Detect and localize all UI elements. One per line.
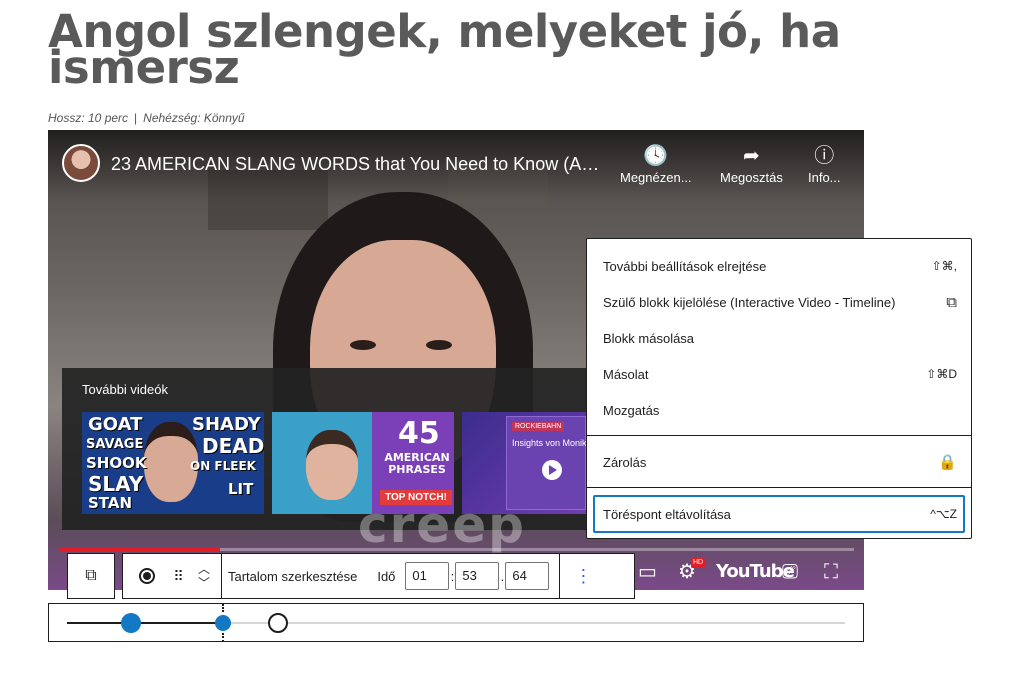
breakpoint-button[interactable] [129, 554, 165, 598]
menu-item-label: Töréspont eltávolítása [603, 506, 731, 522]
video-progress-remaining[interactable] [220, 548, 854, 551]
menu-item-label: Mozgatás [603, 402, 660, 418]
presenter-eye [426, 340, 452, 350]
menu-item-hide-settings[interactable]: További beállítások elrejtése ⇧⌘, [603, 248, 957, 284]
hd-badge: HD [691, 558, 706, 568]
play-icon [542, 460, 562, 480]
interactive-timeline[interactable] [48, 603, 864, 642]
video-progress-played[interactable] [60, 548, 220, 551]
thumbnail-brand: ROCKIEBAHN [512, 422, 565, 431]
info-icon: ⓘ [814, 145, 835, 167]
thumbnail-word: SHOOK [86, 454, 147, 472]
watch-later-button[interactable]: 🕓 Megnézen... [620, 144, 692, 185]
thumbnail-text: Insights von Monika [512, 438, 592, 448]
difficulty-label: Nehézség: Könnyű [143, 111, 245, 125]
thumbnail-word: STAN [88, 494, 133, 512]
timeline-played-track [67, 622, 221, 624]
length-label: Hossz: 10 perc [48, 111, 129, 125]
video-sparkle-icon: ⧉ [946, 293, 957, 311]
more-videos-panel: További videók GOAT SHADY SAVAGE DEAD SH… [62, 368, 622, 530]
menu-item-remove-breakpoint[interactable]: Töréspont eltávolítása ^⌥Z [603, 495, 957, 533]
thumbnail-word: DEAD [202, 434, 264, 458]
breakpoint-marker-selected[interactable] [215, 615, 231, 631]
vertical-ellipsis-icon: ⋮ [574, 565, 593, 586]
move-buttons: ︿ ﹀ [191, 554, 217, 598]
share-arrow-icon: ➦ [743, 145, 760, 167]
thumbnail-text: AMERICAN PHRASES [384, 451, 450, 476]
breakpoint-tick [222, 604, 224, 612]
menu-item-label: Másolat [603, 366, 649, 382]
share-label: Megosztás [720, 170, 783, 185]
interactive-video-block-button[interactable]: ⧉ [85, 554, 96, 598]
menu-item-lock[interactable]: Zárolás 🔒 [603, 444, 957, 480]
menu-item-move[interactable]: Mozgatás [603, 392, 957, 428]
meta-separator: | [134, 111, 138, 125]
more-options-button[interactable]: ⋮ [560, 554, 606, 598]
fraction-input[interactable]: 64 [505, 562, 550, 590]
page-title: Angol szlengek, melyeket jó, ha ismersz [48, 5, 841, 94]
channel-avatar[interactable] [62, 144, 100, 182]
block-toolbar: ⠿ ︿ ﹀ Tartalom szerkesztése Idő 01 : 53 … [122, 553, 635, 599]
block-type-toolbar: ⧉ [67, 553, 115, 599]
video-title[interactable]: 23 AMERICAN SLANG WORDS that You Need to… [111, 154, 611, 175]
menu-item-copy-block[interactable]: Blokk másolása [603, 320, 957, 356]
chevron-down-icon[interactable]: ﹀ [198, 576, 210, 590]
toolbar-divider [221, 553, 222, 599]
info-button[interactable]: ⓘ Info... [808, 144, 841, 185]
chevron-up-icon[interactable]: ︿ [198, 562, 210, 576]
thumbnail-word: LIT [228, 480, 254, 498]
breakpoint-tick [222, 633, 224, 642]
post-meta: Hossz: 10 perc | Nehézség: Könnyű [48, 111, 245, 125]
hours-input[interactable]: 01 [405, 562, 450, 590]
video-overlay-word: creep [358, 496, 526, 554]
menu-divider [587, 487, 971, 488]
video-thumbnail[interactable]: GOAT SHADY SAVAGE DEAD SHOOK ON FLEEK SL… [82, 412, 264, 514]
menu-item-label: Szülő blokk kijelölése (Interactive Vide… [603, 294, 896, 310]
timeline-track[interactable] [221, 622, 845, 624]
subtitles-icon[interactable]: ▭ [638, 558, 657, 586]
time-label: Idő [377, 568, 396, 584]
edit-content-button[interactable]: Tartalom szerkesztése [228, 569, 357, 584]
menu-item-label: További beállítások elrejtése [603, 258, 767, 274]
video-sparkle-icon: ⧉ [85, 567, 97, 584]
thumbnail-word: ON FLEEK [190, 459, 256, 473]
lock-icon: 🔒 [938, 454, 957, 471]
drag-handle-icon: ⠿ [173, 567, 183, 584]
watch-later-label: Megnézen... [620, 170, 692, 185]
timeline-playhead-handle[interactable] [121, 613, 141, 633]
cast-icon[interactable]: ⎚ [782, 558, 798, 586]
menu-item-shortcut: ⇧⌘, [931, 259, 957, 273]
menu-item-label: Zárolás [603, 454, 647, 470]
menu-item-shortcut: ⇧⌘D [926, 367, 957, 381]
share-button[interactable]: ➦ Megosztás [720, 144, 783, 185]
block-options-menu: További beállítások elrejtése ⇧⌘, Szülő … [586, 238, 972, 539]
menu-item-duplicate[interactable]: Másolat ⇧⌘D [603, 356, 957, 392]
minutes-input[interactable]: 53 [455, 562, 500, 590]
menu-item-select-parent[interactable]: Szülő blokk kijelölése (Interactive Vide… [603, 284, 957, 320]
breakpoint-marker[interactable] [268, 613, 288, 633]
thumbnail-word: SHADY [192, 414, 261, 435]
drag-handle[interactable]: ⠿ [165, 554, 191, 598]
thumbnail-face [306, 430, 358, 500]
thumbnail-word: SAVAGE [86, 437, 144, 452]
record-icon [139, 568, 155, 584]
menu-divider [587, 435, 971, 436]
menu-item-label: Blokk másolása [603, 330, 695, 346]
presenter-eye [350, 340, 376, 350]
clock-icon: 🕓 [643, 145, 669, 167]
more-videos-title: További videók [82, 382, 168, 397]
thumbnail-word: GOAT [88, 414, 143, 435]
info-label: Info... [808, 170, 841, 185]
thumbnail-number: 45 [398, 416, 440, 451]
thumbnail-word: SLAY [88, 472, 144, 496]
menu-item-shortcut: ^⌥Z [930, 507, 957, 521]
fullscreen-icon[interactable]: ⛶ [824, 558, 838, 586]
